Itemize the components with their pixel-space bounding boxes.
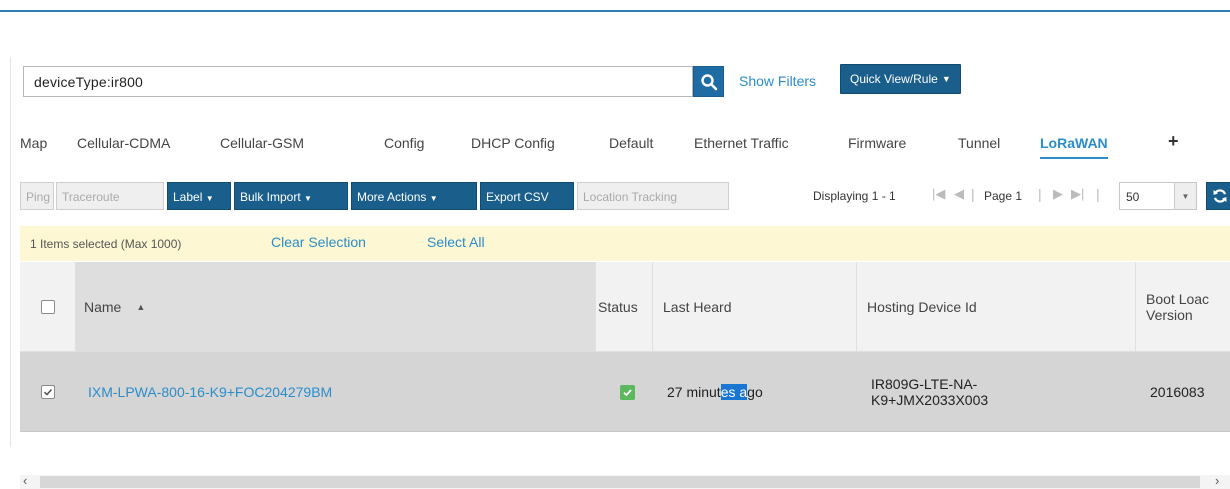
horizontal-scrollbar[interactable]: ‹ › <box>20 473 1230 489</box>
show-filters-link[interactable]: Show Filters <box>739 73 816 89</box>
ping-button[interactable]: Ping <box>20 182 54 210</box>
quick-view-rule-button[interactable]: Quick View/Rule ▼ <box>840 64 961 94</box>
hosting-device-id-value: IR809G-LTE-NA- K9+JMX2033X003 <box>871 352 1131 432</box>
device-grid: Name ▲ Status Last Heard Hosting Device … <box>20 262 1230 434</box>
row-checkbox[interactable] <box>41 385 55 399</box>
device-name-link[interactable]: IXM-LPWA-800-16-K9+FOC204279BM <box>88 352 588 432</box>
status-ok-icon <box>619 384 635 400</box>
boot-loader-value: 2016083 <box>1150 384 1205 400</box>
add-tab-icon[interactable]: + <box>1168 127 1179 155</box>
page-number: Page 1 <box>984 189 1023 203</box>
name-header-label: Name <box>84 299 122 315</box>
scroll-left-icon[interactable]: ‹ <box>23 473 27 488</box>
text-highlight: es a <box>720 384 748 400</box>
top-bar <box>0 0 1230 12</box>
row-select-cell <box>20 352 76 432</box>
selection-bar: 1 Items selected (Max 1000) Clear Select… <box>20 226 1230 261</box>
refresh-icon <box>1213 189 1227 203</box>
traceroute-button[interactable]: Traceroute <box>56 182 164 210</box>
column-header-name[interactable]: Name ▲ <box>76 262 596 352</box>
bulk-import-text: Bulk Import <box>240 190 301 204</box>
boot-loader-header-line2: Version <box>1146 307 1193 323</box>
tab-map[interactable]: Map <box>20 127 47 159</box>
tab-config[interactable]: Config <box>384 127 424 159</box>
page-size-select[interactable]: 50 ▼ <box>1119 182 1197 210</box>
search-button[interactable] <box>693 66 724 97</box>
table-row[interactable]: IXM-LPWA-800-16-K9+FOC204279BM 27 minut e… <box>20 352 1230 432</box>
sort-ascending-icon: ▲ <box>136 302 146 312</box>
grid-header: Name ▲ Status Last Heard Hosting Device … <box>20 262 1230 352</box>
tab-cellular-cdma[interactable]: Cellular-CDMA <box>77 127 170 159</box>
search-icon <box>700 73 717 90</box>
caret-down-icon: ▼ <box>429 194 438 203</box>
caret-down-icon: ▼ <box>205 194 214 203</box>
pager-divider: | <box>1038 186 1042 202</box>
caret-down-icon: ▼ <box>941 74 951 84</box>
left-divider <box>10 57 11 447</box>
tab-bar: Map Cellular-CDMA Cellular-GSM Config DH… <box>20 127 1230 159</box>
quick-view-label: Quick View/Rule <box>850 72 938 86</box>
more-actions-button[interactable]: More Actions ▼ <box>351 182 477 210</box>
tab-cellular-gsm[interactable]: Cellular-GSM <box>220 127 304 159</box>
status-cell <box>612 352 642 432</box>
next-page-icon[interactable]: ▶ <box>1053 187 1063 201</box>
column-header-hosting-device-id[interactable]: Hosting Device Id <box>857 262 1136 352</box>
column-header-boot-loader[interactable]: Boot Loac Version <box>1136 262 1230 352</box>
refresh-button[interactable] <box>1206 182 1230 210</box>
last-heard-value: 27 minut es a go <box>667 352 847 432</box>
check-icon <box>43 388 53 396</box>
tab-tunnel[interactable]: Tunnel <box>958 127 1000 159</box>
header-select-cell <box>20 262 76 352</box>
label-button-text: Label <box>173 190 203 204</box>
column-header-status[interactable]: Status <box>596 262 653 352</box>
scrollbar-thumb[interactable] <box>40 476 1200 488</box>
pager-divider: | <box>971 186 975 202</box>
prev-page-icon[interactable]: ◀ <box>954 187 964 201</box>
search-input[interactable]: deviceType:ir800 <box>23 66 693 97</box>
tab-firmware[interactable]: Firmware <box>848 127 906 159</box>
select-all-checkbox[interactable] <box>40 300 55 314</box>
selected-count: 1 Items selected (Max 1000) <box>30 237 182 251</box>
label-button[interactable]: Label ▼ <box>167 182 231 210</box>
last-heard-text-rest: go <box>747 384 763 400</box>
last-heard-text: 27 minut <box>667 384 721 400</box>
caret-down-icon: ▼ <box>304 194 312 203</box>
hosting-id-line1: IR809G-LTE-NA- <box>871 376 978 392</box>
export-csv-button[interactable]: Export CSV <box>480 182 574 210</box>
page-size-value: 50 <box>1126 190 1140 204</box>
hosting-id-line2: K9+JMX2033X003 <box>871 392 989 408</box>
chevron-down-icon[interactable]: ▼ <box>1174 183 1196 209</box>
column-header-last-heard[interactable]: Last Heard <box>653 262 857 352</box>
location-tracking-button[interactable]: Location Tracking <box>577 182 729 210</box>
bulk-import-button[interactable]: Bulk Import ▼ <box>234 182 348 210</box>
more-actions-text: More Actions <box>357 190 427 204</box>
first-page-icon[interactable]: |◀ <box>932 187 945 201</box>
displaying-range: Displaying 1 - 1 <box>813 189 896 203</box>
select-all-link[interactable]: Select All <box>427 234 485 250</box>
tab-lorawan[interactable]: LoRaWAN <box>1040 127 1108 159</box>
boot-loader-header-line1: Boot Loac <box>1146 291 1210 307</box>
tab-ethernet-traffic[interactable]: Ethernet Traffic <box>694 127 789 159</box>
tab-default[interactable]: Default <box>609 127 653 159</box>
last-page-icon[interactable]: ▶| <box>1071 187 1084 201</box>
scroll-right-icon[interactable]: › <box>1215 473 1219 488</box>
grid-toolbar: Ping Traceroute Label ▼ Bulk Import ▼ Mo… <box>20 180 1230 213</box>
tab-dhcp-config[interactable]: DHCP Config <box>471 127 555 159</box>
clear-selection-link[interactable]: Clear Selection <box>271 234 366 250</box>
pager-divider: | <box>1096 186 1100 202</box>
